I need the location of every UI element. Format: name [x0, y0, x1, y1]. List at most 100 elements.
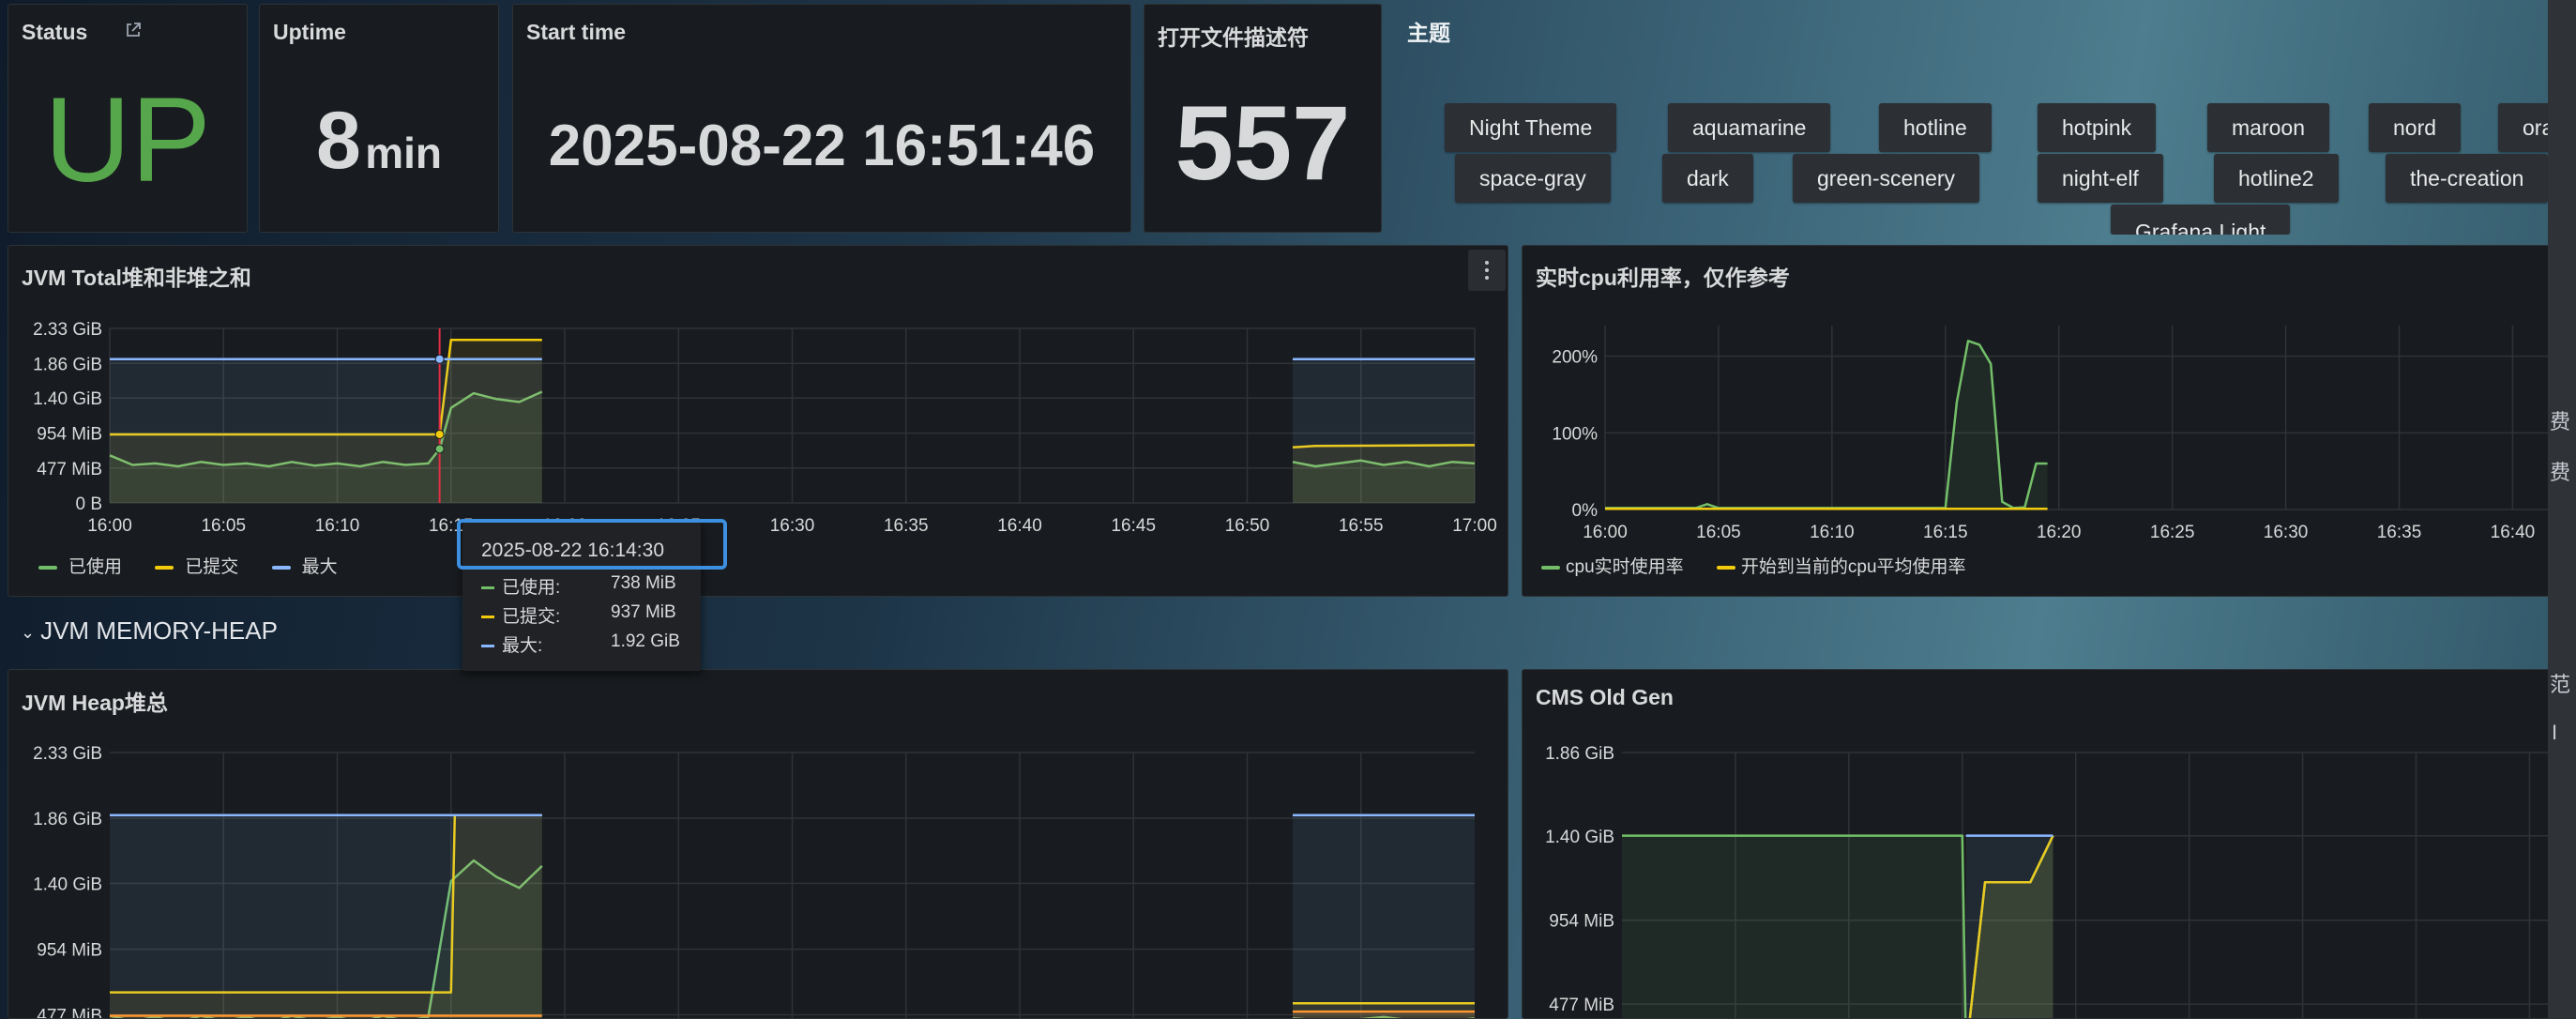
edge-text-fragment: 费	[2550, 410, 2571, 433]
edge-text-fragment: 范	[2550, 673, 2571, 696]
legend-swatch	[271, 565, 291, 570]
tooltip-row: 已使用: 738 MiB	[481, 573, 676, 599]
cms-old-gen-chart[interactable]: 1.86 GiB 1.40 GiB 954 MiB 477 MiB	[1523, 670, 2553, 1019]
legend-item[interactable]: 已提交	[155, 553, 238, 578]
tooltip-row: 已提交: 937 MiB	[481, 602, 676, 628]
x-tick-label: 16:50	[1225, 516, 1270, 536]
row-title-text: JVM MEMORY-HEAP	[40, 616, 278, 645]
edge-text-fragment: I	[2552, 721, 2558, 744]
y-tick-label: 2.33 GiB	[33, 320, 102, 340]
chevron-down-icon: ⌄	[21, 622, 36, 642]
y-tick-label: 954 MiB	[37, 941, 102, 961]
x-tick-label: 16:15	[1923, 523, 1968, 542]
hover-point	[434, 354, 445, 364]
theme-button[interactable]: hotpink	[2038, 103, 2157, 152]
y-tick-label: 1.86 GiB	[33, 810, 102, 829]
tooltip-swatch	[481, 586, 494, 590]
legend: 已使用 已提交 最大	[38, 553, 366, 578]
theme-button[interactable]: hotline	[1879, 103, 1992, 152]
legend-item[interactable]: 最大	[271, 553, 338, 578]
tooltip-value: 937 MiB	[611, 602, 676, 622]
cms-old-gen-panel: CMS Old Gen 1.86 GiB 1.40 GiB 954 MiB 477 M…	[1522, 669, 2553, 1019]
legend-swatch	[38, 565, 57, 570]
row-header[interactable]: ⌄ JVM MEMORY-HEAP	[21, 616, 278, 646]
theme-button[interactable]: hotline2	[2214, 154, 2339, 203]
series-area	[110, 814, 542, 1018]
y-tick-label: 200%	[1552, 348, 1598, 368]
tooltip-highlight-box	[457, 519, 727, 570]
y-tick-label: 0 B	[75, 494, 102, 514]
theme-button[interactable]: night-elf	[2038, 154, 2163, 203]
y-tick-label: 477 MiB	[37, 1006, 102, 1019]
y-tick-label: 1.40 GiB	[1545, 828, 1614, 847]
theme-button-group: Night Theme aquamarine hotline hotpink maroo…	[0, 0, 2548, 235]
jvm-total-panel: JVM Total堆和非堆之和 2.33 GiB 1.86 GiB 1.40 GiB…	[8, 245, 1508, 597]
series-area	[1965, 835, 2053, 1018]
hover-point	[434, 429, 445, 439]
x-tick-label: 16:45	[1111, 516, 1156, 536]
theme-button[interactable]: aquamarine	[1668, 103, 1831, 152]
legend-label: cpu实时使用率	[1566, 557, 1684, 577]
tooltip-label: 最大:	[502, 636, 543, 656]
scrollbar-track[interactable]	[2548, 0, 2576, 1019]
theme-button[interactable]: Night Theme	[1445, 103, 1617, 152]
x-tick-label: 16:10	[315, 516, 360, 536]
y-tick-label: 1.40 GiB	[33, 389, 102, 409]
tooltip-row: 最大: 1.92 GiB	[481, 631, 680, 657]
tooltip-label: 已提交:	[502, 607, 561, 627]
x-tick-label: 16:55	[1339, 516, 1384, 536]
x-tick-label: 16:40	[2491, 523, 2536, 542]
legend-swatch	[1541, 565, 1560, 570]
edge-text-fragment: 费	[2550, 461, 2571, 484]
x-tick-label: 16:00	[87, 516, 132, 536]
x-tick-label: 16:00	[1583, 523, 1628, 542]
x-tick-label: 16:10	[1810, 523, 1855, 542]
series-area	[1605, 341, 2048, 510]
legend-swatch	[1716, 565, 1735, 570]
tooltip-swatch	[481, 645, 494, 648]
theme-button[interactable]: the-creation	[2386, 154, 2548, 203]
legend-item[interactable]: cpu实时使用率	[1541, 553, 1684, 578]
tooltip-value: 738 MiB	[611, 573, 676, 593]
x-tick-label: 16:35	[2377, 523, 2422, 542]
theme-button[interactable]: nord	[2369, 103, 2462, 152]
legend-label: 最大	[301, 557, 338, 577]
legend-label: 已提交	[185, 557, 239, 577]
y-tick-label: 954 MiB	[1549, 912, 1614, 932]
y-tick-label: 477 MiB	[1549, 996, 1614, 1015]
theme-button[interactable]: ora	[2498, 103, 2548, 152]
series-area	[1293, 814, 1475, 1018]
theme-button[interactable]: dark	[1662, 154, 1753, 203]
theme-button[interactable]: Grafana Light	[2111, 205, 2291, 235]
x-tick-label: 16:40	[997, 516, 1042, 536]
x-tick-label: 16:05	[201, 516, 246, 536]
cpu-chart[interactable]: 200% 100% 0% 16:00 16:05 16:10 16:15 16:20 16:25…	[1523, 246, 2553, 597]
hover-point	[434, 444, 445, 454]
y-tick-label: 1.86 GiB	[1545, 744, 1614, 764]
x-tick-label: 16:30	[770, 516, 815, 536]
tooltip-value: 1.92 GiB	[611, 631, 680, 651]
y-tick-label: 0%	[1572, 501, 1599, 521]
theme-button[interactable]: green-scenery	[1793, 154, 1980, 203]
theme-button[interactable]: space-gray	[1455, 154, 1611, 203]
y-tick-label: 954 MiB	[37, 425, 102, 445]
legend-item[interactable]: 已使用	[38, 553, 122, 578]
y-tick-label: 477 MiB	[37, 460, 102, 479]
x-tick-label: 16:25	[2150, 523, 2195, 542]
jvm-heap-chart[interactable]: 2.33 GiB 1.86 GiB 1.40 GiB 954 MiB 477 MiB	[8, 670, 1508, 1019]
tooltip-label: 已使用:	[502, 578, 561, 598]
tooltip-swatch	[481, 616, 494, 619]
legend: cpu实时使用率 开始到当前的cpu平均使用率	[1541, 553, 1994, 578]
y-tick-label: 100%	[1552, 424, 1598, 444]
jvm-total-chart[interactable]: 2.33 GiB 1.86 GiB 1.40 GiB 954 MiB 477 MiB 0 …	[8, 246, 1508, 597]
series-area	[1293, 358, 1475, 503]
legend-label: 开始到当前的cpu平均使用率	[1740, 557, 1966, 577]
legend-swatch	[155, 565, 174, 570]
y-tick-label: 1.86 GiB	[33, 355, 102, 374]
x-tick-label: 16:20	[2037, 523, 2082, 542]
x-tick-label: 16:35	[884, 516, 929, 536]
y-tick-label: 1.40 GiB	[33, 875, 102, 894]
theme-button[interactable]: maroon	[2207, 103, 2329, 152]
series-area	[110, 358, 542, 503]
legend-item[interactable]: 开始到当前的cpu平均使用率	[1716, 553, 1966, 578]
